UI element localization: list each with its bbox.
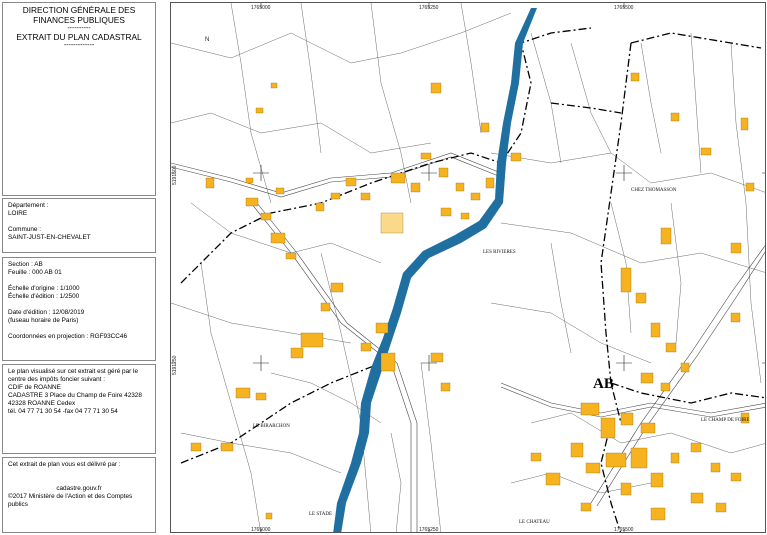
coord-top-3: 1765500 (614, 5, 634, 11)
section-label: AB (593, 376, 614, 392)
header-box: DIRECTION GÉNÉRALE DES FINANCES PUBLIQUE… (2, 2, 156, 196)
coord-top-2: 1765250 (419, 5, 439, 11)
office-line1: Le plan visualisé sur cet extrait est gé… (8, 368, 139, 375)
place-label: LES RIVIERES (483, 250, 516, 255)
place-label: LE BIRARCHON (253, 424, 290, 429)
coord-bottom-3: 1765500 (614, 527, 634, 533)
site-link[interactable]: cadastre.gouv.fr (8, 485, 150, 493)
office-line3: CDIF de ROANNE (8, 384, 61, 391)
office-line6: tél. 04 77 71 30 54 -fax 04 77 71 30 54 (8, 408, 118, 415)
commune-label: Commune : (8, 226, 42, 233)
info-panel: DIRECTION GÉNÉRALE DES FINANCES PUBLIQUE… (0, 0, 163, 535)
copyright-line1: ©2017 Ministère de l'Action et des Compt… (8, 493, 133, 500)
page-title: EXTRAIT DU PLAN CADASTRAL (16, 32, 142, 42)
dept-value: LOIRE (8, 210, 28, 217)
office-line4: CADASTRE 3 Place du Champ de Foire 42328 (8, 392, 142, 399)
projection: Coordonnées en projection : RGF93CC46 (8, 333, 128, 340)
commune-value: SAINT-JUST-EN-CHEVALET (8, 234, 91, 241)
buildings (190, 72, 755, 521)
scale-edition: Échelle d'édition : 1/2500 (8, 293, 80, 300)
header-line2: FINANCES PUBLIQUES (33, 15, 125, 25)
plan-info-box: Section : AB Feuille : 000 AB 01 Échelle… (2, 257, 156, 361)
header-dashes: ---------- (67, 25, 91, 32)
coord-left-2: 5191250 (172, 355, 178, 375)
dept-label: Département : (8, 202, 49, 209)
header-dashes-2: ------------- (63, 42, 95, 49)
coord-left-1: 5191500 (172, 165, 178, 185)
coord-right-1: 5191500 (763, 161, 766, 181)
scale-origin: Échelle d'origine : 1/1000 (8, 285, 80, 292)
coord-bottom-2: 1765250 (419, 527, 439, 533)
coord-top-1: 1765000 (251, 5, 271, 11)
cadastral-map[interactable]: 1765000 1765250 1765500 1765000 1765250 … (170, 2, 766, 533)
north-icon: N (205, 37, 209, 43)
section-info: Section : AB (8, 261, 43, 268)
place-label: LE STADE (309, 512, 332, 517)
place-label: LE CHAMP DE FOIRE (701, 418, 750, 423)
office-box: Le plan visualisé sur cet extrait est gé… (2, 364, 156, 454)
coord-bottom-1: 1765000 (251, 527, 271, 533)
location-box: Département : LOIRE Commune : SAINT-JUST… (2, 198, 156, 253)
timezone: (fuseau horaire de Paris) (8, 317, 79, 324)
coord-right-2: 5191250 (763, 351, 766, 371)
header-line1: DIRECTION GÉNÉRALE DES (22, 5, 136, 15)
map-canvas: 1765000 1765250 1765500 1765000 1765250 … (171, 3, 766, 533)
sheet-info: Feuille : 000 AB 01 (8, 269, 62, 276)
copyright-line2: publics (8, 501, 28, 508)
office-line5: 42328 ROANNE Cedex (8, 400, 76, 407)
office-line2: centre des impôts foncier suivant : (8, 376, 105, 383)
edition-date: Date d'édition : 12/08/2019 (8, 309, 85, 316)
roads (171, 152, 765, 532)
place-label: LE CHATEAU (519, 520, 550, 525)
place-label: CHEZ THOMASSON (631, 188, 677, 193)
footer-box: Cet extrait de plan vous est délivré par… (2, 457, 156, 533)
delivered-by: Cet extrait de plan vous est délivré par… (8, 461, 121, 468)
